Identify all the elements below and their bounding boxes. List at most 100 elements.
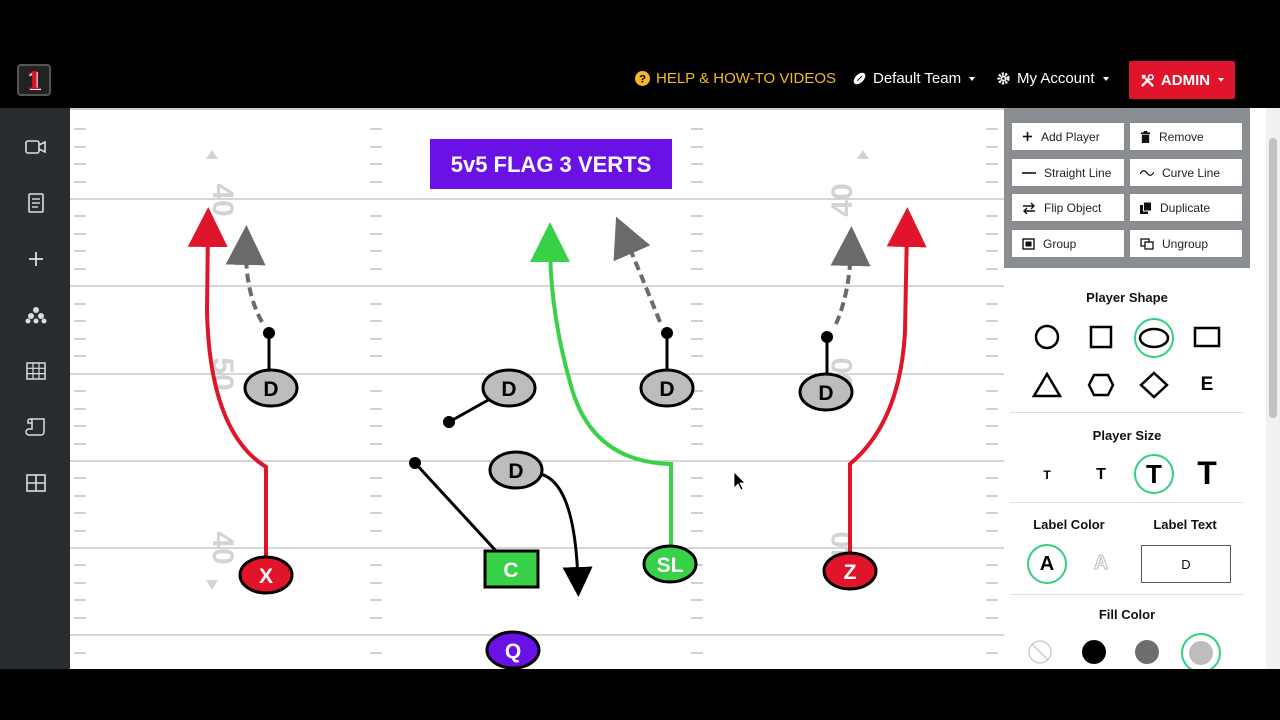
yard-number: 40: [826, 183, 859, 216]
grid-icon[interactable]: [22, 357, 50, 385]
size-m-option[interactable]: T: [1134, 454, 1174, 494]
shape-oval-option[interactable]: [1134, 318, 1174, 358]
size-s-option[interactable]: T: [1084, 458, 1118, 492]
player-q: Q: [485, 630, 541, 669]
app-logo[interactable]: 1: [17, 64, 51, 96]
chevron-down-icon: [1102, 76, 1109, 81]
flip-object-button[interactable]: Flip Object: [1011, 193, 1125, 222]
player-d4: D: [639, 368, 695, 408]
route-d3: [539, 472, 593, 597]
section-divider: [1010, 594, 1244, 595]
plus-icon: [1022, 131, 1033, 142]
question-circle-icon: ?: [635, 71, 650, 86]
player-shape-title: Player Shape: [1086, 290, 1168, 305]
route-c: [413, 461, 499, 554]
section-divider: [1010, 502, 1244, 503]
help-label: HELP & HOW-TO VIDEOS: [656, 70, 837, 87]
label-text-input[interactable]: D: [1141, 545, 1231, 583]
player-d1: D: [243, 368, 299, 408]
shape-diamond-option[interactable]: [1137, 368, 1171, 402]
scrollbar-thumb[interactable]: [1269, 138, 1277, 418]
rectangle-shape-icon: [1193, 326, 1221, 348]
fill-black-option[interactable]: [1080, 638, 1108, 666]
shape-hexagon-option[interactable]: [1084, 368, 1118, 402]
properties-panel: Add Player Remove Straight Line Curve Li…: [1004, 108, 1266, 669]
player-z: Z: [822, 551, 878, 591]
duplicate-button[interactable]: Duplicate: [1129, 193, 1243, 222]
player-label: D: [263, 378, 278, 401]
player-label: D: [508, 460, 523, 483]
shape-rectangle-option[interactable]: [1190, 320, 1224, 354]
toolbox: Add Player Remove Straight Line Curve Li…: [1004, 108, 1250, 268]
shape-e-label: E: [1200, 374, 1214, 395]
player-d2: D: [481, 368, 537, 408]
group-icon: [1022, 237, 1035, 250]
scroll-icon[interactable]: [22, 413, 50, 441]
group-button[interactable]: Group: [1011, 229, 1125, 258]
player-label: C: [503, 559, 518, 582]
player-label: D: [659, 378, 674, 401]
oval-shape-icon: [1138, 327, 1170, 349]
copy-icon: [1140, 201, 1152, 214]
field-drawing: 40 50 40 40 50 40 5v5 FLAG 3 VERTS D D D…: [70, 128, 1004, 669]
letterbox-top: [0, 0, 1280, 52]
football-icon: [853, 72, 866, 85]
label-color-black-glyph: A: [1039, 552, 1055, 575]
curve-line-button[interactable]: Curve Line: [1129, 158, 1243, 187]
ungroup-label: Ungroup: [1162, 236, 1209, 251]
player-d3: D: [488, 450, 544, 490]
panel-scrollbar[interactable]: [1266, 108, 1280, 669]
left-sidebar: [0, 108, 70, 669]
circle-shape-icon: [1034, 324, 1060, 350]
player-label: D: [501, 378, 516, 401]
yard-number: 40: [206, 183, 239, 216]
section-divider: [1010, 412, 1244, 413]
remove-button[interactable]: Remove: [1129, 122, 1243, 151]
shape-circle-option[interactable]: [1030, 320, 1064, 354]
shape-triangle-option[interactable]: [1030, 368, 1064, 402]
chevron-down-icon: [1218, 78, 1225, 82]
player-label: Q: [505, 640, 521, 663]
size-xs-option[interactable]: T: [1030, 458, 1064, 492]
fill-lightgray-option[interactable]: [1181, 633, 1221, 669]
table-icon[interactable]: [22, 469, 50, 497]
label-color-black-option[interactable]: A: [1027, 544, 1067, 584]
shape-e-option[interactable]: E: [1190, 368, 1224, 402]
account-label: My Account: [1017, 70, 1095, 87]
label-color-white-option[interactable]: A: [1084, 546, 1118, 580]
label-color-white-glyph: A: [1093, 551, 1109, 574]
account-dropdown[interactable]: My Account: [996, 70, 1109, 87]
color-swatch-icon: [1082, 640, 1106, 664]
playbook-icon[interactable]: [22, 189, 50, 217]
video-icon[interactable]: [22, 133, 50, 161]
formation-icon[interactable]: [22, 301, 50, 329]
play-canvas[interactable]: 40 50 40 40 50 40 5v5 FLAG 3 VERTS D D D…: [70, 108, 1004, 669]
diamond-shape-icon: [1139, 371, 1169, 399]
team-dropdown[interactable]: Default Team: [852, 70, 976, 87]
player-d5: D: [798, 372, 854, 412]
ungroup-button[interactable]: Ungroup: [1129, 229, 1243, 258]
size-l-option[interactable]: T: [1190, 455, 1224, 491]
mouse-cursor-icon: [733, 471, 746, 491]
curve-line-icon: [1140, 169, 1154, 176]
add-icon[interactable]: [22, 245, 50, 273]
add-player-button[interactable]: Add Player: [1011, 122, 1125, 151]
flip-object-label: Flip Object: [1044, 200, 1102, 215]
ungroup-icon: [1140, 237, 1154, 250]
straight-line-button[interactable]: Straight Line: [1011, 158, 1125, 187]
label-color-title: Label Color: [1033, 517, 1105, 532]
shape-square-option[interactable]: [1084, 320, 1118, 354]
no-fill-icon: [1028, 640, 1052, 664]
tools-icon: [1140, 73, 1154, 87]
player-x: X: [238, 555, 294, 595]
admin-button[interactable]: ADMIN: [1129, 61, 1235, 99]
fill-gray-option[interactable]: [1133, 638, 1161, 666]
fill-none-option[interactable]: [1026, 638, 1054, 666]
help-link[interactable]: ? HELP & HOW-TO VIDEOS: [635, 70, 836, 87]
hexagon-shape-icon: [1087, 373, 1115, 397]
player-label: X: [259, 565, 273, 588]
player-size-title: Player Size: [1092, 428, 1162, 443]
admin-label: ADMIN: [1160, 71, 1211, 89]
straight-line-icon: [1022, 171, 1036, 174]
label-text-title: Label Text: [1153, 517, 1217, 532]
